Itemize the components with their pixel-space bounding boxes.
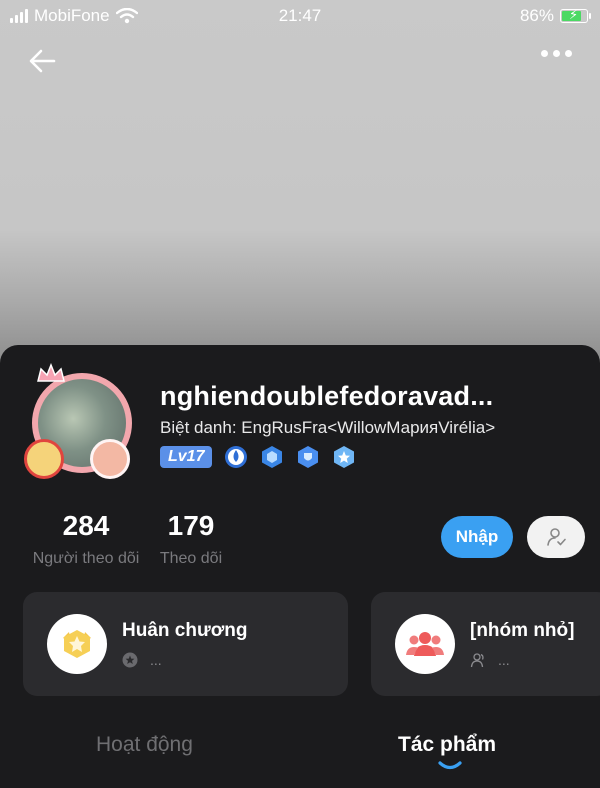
medal-card[interactable]: Huân chương ... <box>23 592 348 696</box>
active-tab-indicator <box>438 761 462 770</box>
battery-percent: 86% <box>519 6 554 25</box>
water-drop-badge-icon[interactable] <box>224 445 248 469</box>
group-icon <box>395 614 455 674</box>
chibi-left-icon <box>24 439 64 479</box>
user-check-icon <box>547 528 566 546</box>
nickname: Biệt danh: EngRusFra<WillowМарияVirélia> <box>160 418 496 437</box>
shield-badge-icon[interactable] <box>296 445 320 469</box>
medal-card-title: Huân chương <box>122 620 248 641</box>
back-arrow-icon[interactable] <box>26 44 60 78</box>
crown-icon <box>37 363 65 382</box>
user-outline-icon <box>470 653 484 668</box>
status-bar: MobiFone 21:47 86% ⚡ <box>0 0 600 32</box>
profile-cover <box>0 0 600 370</box>
group-card-sub: ... <box>470 652 510 668</box>
medal-card-sub-text: ... <box>150 652 162 668</box>
group-card-title: [nhóm nhỏ] <box>470 620 575 641</box>
star-badge-icon[interactable] <box>332 445 356 469</box>
battery-icon: ⚡ <box>560 7 591 23</box>
group-card-sub-text: ... <box>498 652 510 668</box>
following-stat[interactable]: 179 Theo dõi <box>155 510 227 568</box>
hexagon-badge-icon[interactable] <box>260 445 284 469</box>
following-count: 179 <box>167 510 215 541</box>
following-label: Theo dõi <box>159 550 223 567</box>
username: nghiendoublefedoravad... <box>160 381 494 411</box>
chibi-right-icon <box>90 439 130 479</box>
followers-label: Người theo dõi <box>32 550 140 567</box>
tab-activity[interactable]: Hoạt động <box>96 733 193 757</box>
group-card[interactable]: [nhóm nhỏ] ... <box>371 592 600 696</box>
star-circle-icon <box>122 652 138 668</box>
level-badge[interactable]: Lv17 <box>160 446 213 468</box>
chat-button[interactable]: Nhập <box>441 516 513 558</box>
medal-icon <box>47 614 107 674</box>
clock: 21:47 <box>278 6 322 25</box>
avatar[interactable] <box>22 363 142 485</box>
follow-button[interactable] <box>527 516 585 558</box>
medal-card-sub: ... <box>122 652 162 668</box>
followers-stat[interactable]: 284 Người theo dõi <box>28 510 144 568</box>
tab-works[interactable]: Tác phẩm <box>398 733 496 757</box>
followers-count: 284 <box>62 510 110 541</box>
badge-row: Lv17 <box>160 445 356 469</box>
battery-group: 86% ⚡ <box>519 6 591 26</box>
more-dots-icon[interactable] <box>541 50 572 57</box>
